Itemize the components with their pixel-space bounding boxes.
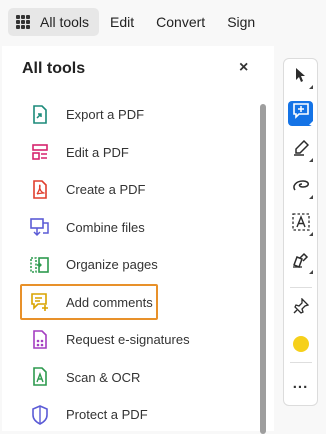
add-comment-icon [292, 103, 309, 124]
tool-item-add-comments[interactable]: Add comments [20, 283, 260, 322]
scan-ocr-icon [30, 367, 50, 387]
select-cursor-icon [294, 67, 308, 88]
top-toolbar: All tools Edit Convert Sign [0, 0, 326, 44]
tool-item-label: Export a PDF [66, 107, 145, 123]
tool-menu-corner [309, 232, 313, 236]
add-comment-tool[interactable] [288, 101, 313, 126]
pin-icon [293, 297, 309, 319]
tool-menu-corner [309, 158, 313, 162]
protect-pdf-icon [30, 404, 50, 425]
tool-item-create-pdf[interactable]: Create a PDF [20, 171, 260, 209]
select-cursor-tool[interactable] [288, 65, 313, 90]
tool-item-label: Combine files [66, 219, 145, 235]
tool-menu-corner [309, 121, 313, 125]
create-pdf-icon [30, 179, 50, 200]
combine-files-icon [30, 217, 50, 237]
tool-item-label: Create a PDF [66, 182, 146, 198]
pin-tool[interactable] [288, 296, 313, 321]
tool-item-label: Edit a PDF [66, 144, 129, 160]
tab-convert[interactable]: Convert [145, 8, 216, 36]
tool-item-organize-pages[interactable]: Organize pages [20, 246, 260, 284]
tool-menu-corner [309, 270, 313, 274]
color-picker[interactable] [288, 331, 313, 356]
tool-menu-corner [309, 195, 313, 199]
tool-item-request-esignatures[interactable]: Request e-signatures [20, 321, 260, 359]
add-text-icon [291, 213, 310, 236]
tab-all-tools[interactable]: All tools [8, 8, 100, 36]
more-options-button[interactable]: ... [288, 371, 313, 396]
tool-item-label: Scan & OCR [66, 369, 141, 385]
color-dot-icon [292, 335, 309, 352]
grid-icon [16, 15, 30, 29]
tool-item-edit-pdf[interactable]: Edit a PDF [20, 134, 260, 172]
tool-item-label: Organize pages [66, 257, 158, 273]
tool-item-scan-ocr[interactable]: Scan & OCR [20, 359, 260, 397]
selection-highlight [20, 283, 158, 320]
close-panel-button[interactable]: × [239, 59, 248, 77]
sign-tool[interactable] [288, 250, 313, 275]
tab-all-tools-label: All tools [40, 14, 90, 30]
tool-separator [290, 287, 312, 288]
signature-pen-icon [292, 252, 310, 273]
panel-scrollbar[interactable] [260, 104, 266, 434]
tool-item-protect-pdf[interactable]: Protect a PDF [20, 396, 260, 434]
tool-separator [290, 362, 312, 363]
draw-tool[interactable] [288, 175, 313, 200]
highlight-pen-icon [293, 139, 309, 161]
tab-edit[interactable]: Edit [99, 8, 145, 36]
right-tool-rail: ... [283, 58, 318, 406]
tool-item-label: Protect a PDF [66, 407, 148, 423]
tab-sign[interactable]: Sign [216, 8, 266, 36]
tool-item-label: Request e-signatures [66, 332, 190, 348]
tool-item-export-pdf[interactable]: Export a PDF [20, 96, 260, 134]
request-esignatures-icon [30, 329, 50, 350]
panel-title: All tools [22, 60, 86, 77]
edit-pdf-icon [30, 142, 50, 162]
draw-freeform-icon [292, 178, 310, 197]
all-tools-panel: All tools × Export a PDF Edit a PDF Crea… [2, 46, 274, 434]
highlight-tool[interactable] [288, 138, 313, 163]
export-pdf-icon [30, 104, 50, 125]
organize-pages-icon [30, 255, 50, 275]
tool-menu-corner [309, 85, 313, 89]
tool-item-combine-files[interactable]: Combine files [20, 209, 260, 247]
add-text-tool[interactable] [288, 212, 313, 237]
tools-list: Export a PDF Edit a PDF Create a PDF Com… [20, 96, 260, 434]
more-options-icon: ... [292, 375, 309, 392]
